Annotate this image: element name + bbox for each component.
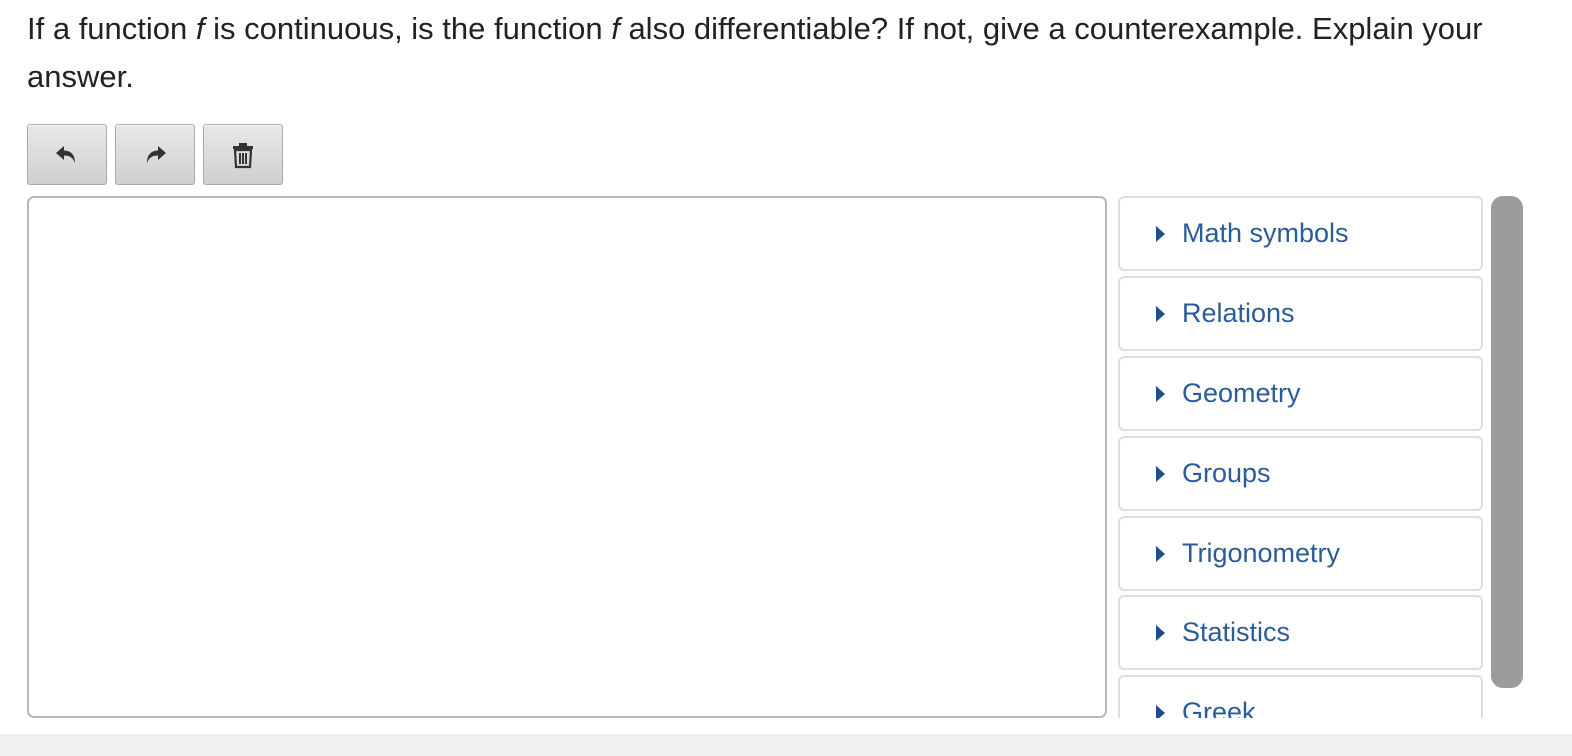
- palette-geometry[interactable]: Geometry: [1118, 356, 1483, 431]
- palette-label: Groups: [1182, 458, 1271, 488]
- palette-label: Statistics: [1182, 617, 1291, 647]
- question-part-1: If a function: [27, 11, 196, 46]
- answer-editor[interactable]: [27, 196, 1107, 718]
- palette-label: Geometry: [1182, 378, 1301, 408]
- function-variable: f: [195, 11, 205, 46]
- palette-label: Trigonometry: [1182, 538, 1341, 568]
- redo-icon: [147, 145, 166, 163]
- function-variable: f: [611, 11, 620, 46]
- expand-caret-icon: [1156, 704, 1165, 718]
- palette-label: Relations: [1182, 298, 1295, 328]
- palette-groups[interactable]: Groups: [1118, 436, 1483, 511]
- palette-label: Math symbols: [1182, 218, 1349, 248]
- footer-strip: [0, 734, 1572, 756]
- undo-button[interactable]: [27, 124, 107, 185]
- symbol-palette: Math symbols Relations Geometry Groups T…: [1118, 196, 1484, 718]
- expand-caret-icon: [1156, 305, 1165, 322]
- trash-icon: [233, 142, 253, 168]
- redo-button[interactable]: [115, 124, 195, 185]
- expand-caret-icon: [1156, 385, 1165, 402]
- palette-greek[interactable]: Greek: [1118, 675, 1483, 718]
- expand-caret-icon: [1156, 545, 1165, 562]
- palette-scrollbar[interactable]: [1491, 196, 1523, 688]
- palette-statistics[interactable]: Statistics: [1118, 595, 1483, 670]
- expand-caret-icon: [1156, 624, 1165, 641]
- question-part-2: is continuous, is the function: [204, 11, 612, 46]
- undo-icon: [56, 145, 75, 163]
- clear-button[interactable]: [203, 124, 283, 185]
- expand-caret-icon: [1156, 225, 1165, 242]
- palette-label: Greek: [1182, 697, 1256, 718]
- palette-relations[interactable]: Relations: [1118, 276, 1483, 351]
- question-text: If a function f is continuous, is the fu…: [27, 5, 1527, 101]
- palette-trigonometry[interactable]: Trigonometry: [1118, 516, 1483, 591]
- expand-caret-icon: [1156, 465, 1165, 482]
- palette-math-symbols[interactable]: Math symbols: [1118, 196, 1483, 271]
